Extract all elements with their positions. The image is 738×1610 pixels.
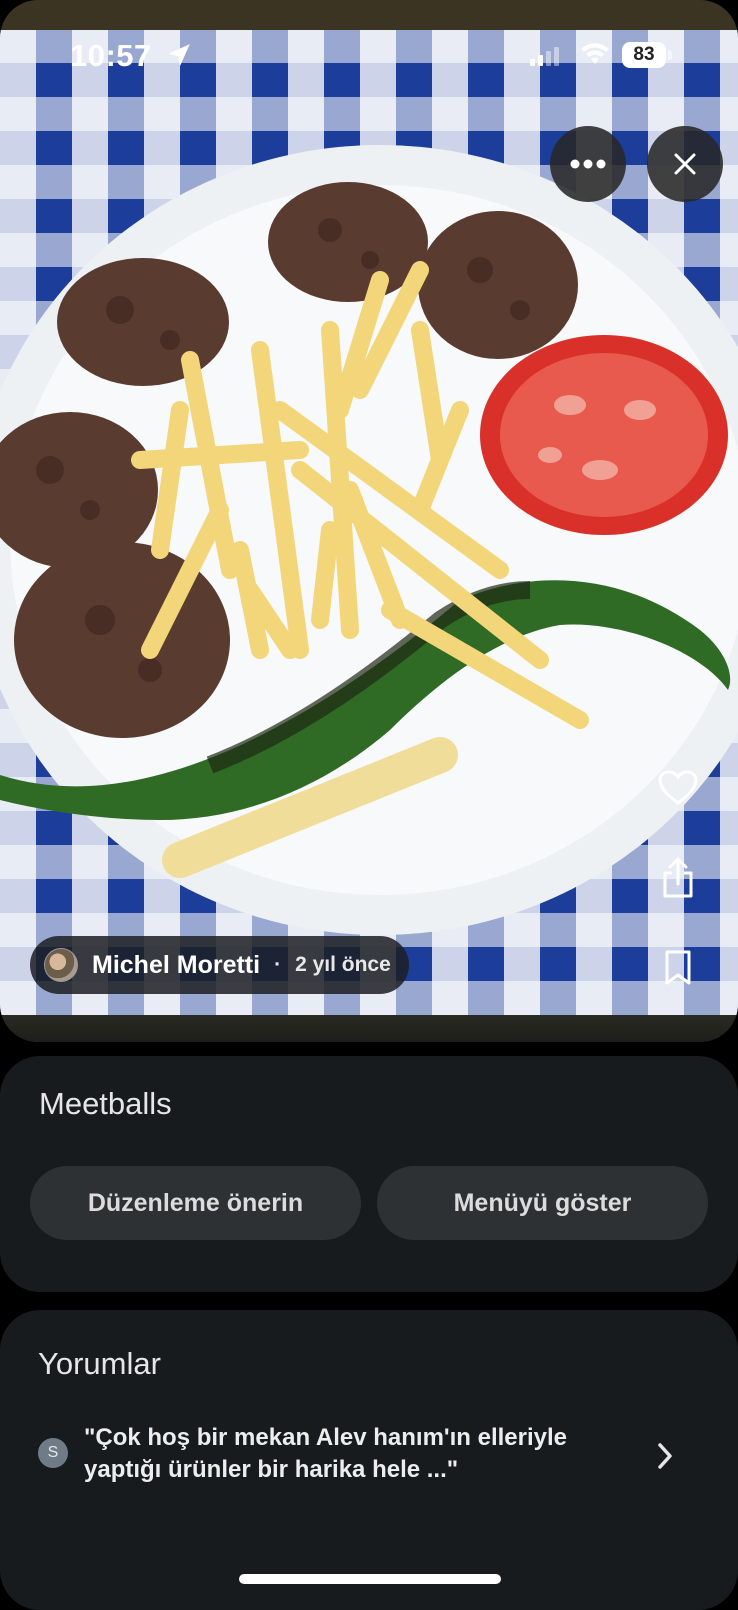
close-button[interactable]: [647, 126, 723, 202]
bookmark-icon: [665, 950, 691, 985]
share-icon: [663, 857, 693, 898]
food-illustration: [0, 145, 738, 935]
review-text: "Çok hoş bir mekan Alev hanım'ın elleriy…: [84, 1424, 568, 1483]
save-button[interactable]: [656, 946, 700, 990]
avatar: [44, 948, 78, 982]
status-bar: 10:57 83: [0, 30, 738, 84]
more-options-button[interactable]: [550, 126, 626, 202]
dish-info-card: Meetballs Düzenleme önerin Menüyü göster: [0, 1056, 738, 1292]
reviews-title: Yorumlar: [38, 1346, 161, 1381]
battery-indicator: 83: [622, 42, 666, 68]
author-separator: ·: [274, 953, 282, 976]
chevron-right-icon: [658, 1443, 672, 1469]
review-item[interactable]: S "Çok hoş bir mekan Alev hanım'ın eller…: [0, 1420, 738, 1500]
dish-title: Meetballs: [39, 1086, 172, 1121]
heart-icon: [658, 770, 698, 805]
show-menu-button[interactable]: Menüyü göster: [377, 1166, 708, 1240]
photo-viewer: 10:57 83 Michel Moretti · 2 yıl önce: [0, 0, 738, 1042]
posted-ago: 2 yıl önce: [295, 953, 391, 976]
reviewer-avatar: S: [38, 1438, 68, 1468]
location-arrow-icon: [168, 44, 190, 66]
status-time: 10:57: [70, 38, 152, 73]
author-chip[interactable]: Michel Moretti · 2 yıl önce: [30, 936, 409, 994]
home-indicator: [239, 1574, 501, 1584]
close-icon: [674, 153, 696, 175]
more-horizontal-icon: [570, 159, 606, 169]
wifi-icon: [581, 43, 609, 64]
author-name: Michel Moretti: [92, 950, 261, 979]
dish-photo[interactable]: [0, 30, 738, 1015]
reviews-card: Yorumlar S "Çok hoş bir mekan Alev hanım…: [0, 1310, 738, 1610]
share-button[interactable]: [656, 856, 700, 900]
photo-bottom-edge: [0, 1015, 738, 1042]
suggest-edit-button[interactable]: Düzenleme önerin: [30, 1166, 361, 1240]
cellular-signal-icon: [530, 47, 559, 66]
like-button[interactable]: [656, 766, 700, 810]
battery-tip: [668, 50, 672, 60]
